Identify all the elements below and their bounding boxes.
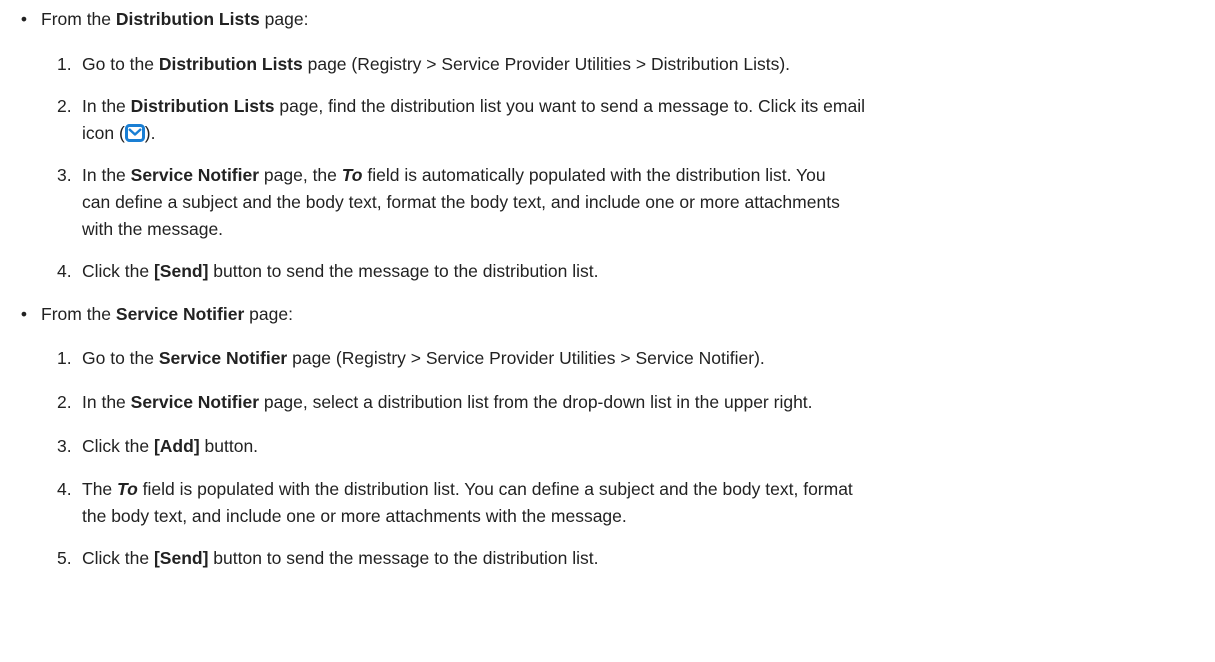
step-number: 3.: [57, 165, 72, 185]
step-text: button to send the message to the distri…: [208, 548, 599, 568]
step-line: The To field is populated with the distr…: [82, 476, 1175, 503]
step-text: Click the: [82, 261, 154, 281]
step-2-3: 3. Click the [Add] button.: [0, 433, 1215, 460]
step-text: Go to the: [82, 348, 159, 368]
step-bold-italic: To: [117, 479, 138, 499]
bullet-service-notifier: • From the Service Notifier page:: [0, 301, 1215, 328]
step-text: Click the: [82, 436, 154, 456]
step-text: button.: [199, 436, 259, 456]
step-1-1: 1. Go to the Distribution Lists page (Re…: [0, 51, 1215, 78]
step-1-3: 3. In the Service Notifier page, the To …: [0, 162, 1215, 243]
step-line: the body text, and include one or more a…: [82, 506, 627, 526]
step-number: 2.: [57, 96, 72, 116]
step-text: In the: [82, 165, 131, 185]
step-text: page, the: [259, 165, 342, 185]
step-number: 4.: [57, 261, 72, 281]
bullet-dot: •: [20, 9, 28, 29]
step-text: ).: [144, 123, 156, 143]
step-number: 1.: [57, 54, 72, 74]
intro-bold: Service Notifier: [115, 304, 245, 324]
step-line: can define a subject and the body text, …: [82, 192, 840, 212]
step-text: button to send the message to the distri…: [208, 261, 599, 281]
step-2-4: 4. The To field is populated with the di…: [0, 476, 1215, 530]
bullet-intro: From the Distribution Lists page:: [41, 6, 1215, 33]
step-1-2: 2. In the Distribution Lists page, find …: [0, 93, 1215, 147]
intro-text: From the: [41, 9, 116, 29]
step-2-5: 5. Click the [Send] button to send the m…: [0, 545, 1215, 572]
step-text: page (Registry > Service Provider Utilit…: [302, 54, 791, 74]
step-2-1: 1. Go to the Service Notifier page (Regi…: [0, 345, 1215, 372]
step-line: with the message.: [82, 219, 224, 239]
step-text: In the: [82, 96, 131, 116]
step-bold-italic: To: [341, 165, 363, 185]
step-number: 5.: [57, 548, 72, 568]
step-text: Go to the: [82, 54, 159, 74]
bullet-intro: From the Service Notifier page:: [41, 301, 1215, 328]
bullet-dot: •: [20, 304, 28, 324]
step-text: field is automatically populated with th…: [362, 165, 826, 185]
step-line: In the Distribution Lists page, find the…: [82, 93, 1175, 120]
step-bold: Service Notifier: [130, 165, 260, 185]
step-text: page, find the distribution list you wan…: [274, 96, 865, 116]
step-bold: [Send]: [153, 548, 209, 568]
step-text: Click the: [82, 548, 154, 568]
step-line: icon ().: [82, 120, 1175, 147]
step-number: 3.: [57, 436, 72, 456]
step-1-4: 4. Click the [Send] button to send the m…: [0, 258, 1215, 285]
step-text: The: [82, 479, 118, 499]
mail-icon: [124, 123, 145, 142]
step-bold: Service Notifier: [158, 348, 288, 368]
step-number: 2.: [57, 392, 72, 412]
step-text: page, select a distribution list from th…: [259, 392, 813, 412]
step-bold: [Add]: [153, 436, 200, 456]
intro-text-end: page:: [244, 304, 293, 324]
intro-bold: Distribution Lists: [115, 9, 260, 29]
step-line: In the Service Notifier page, the To fie…: [82, 162, 1175, 189]
step-bold: Service Notifier: [130, 392, 260, 412]
step-number: 1.: [57, 348, 72, 368]
step-bold: [Send]: [153, 261, 209, 281]
intro-text-end: page:: [259, 9, 309, 29]
step-text: In the: [82, 392, 131, 412]
step-text: page (Registry > Service Provider Utilit…: [287, 348, 765, 368]
step-2-2: 2. In the Service Notifier page, select …: [0, 389, 1215, 416]
intro-text: From the: [41, 304, 116, 324]
step-text: field is populated with the distribution…: [137, 479, 853, 499]
step-bold: Distribution Lists: [130, 96, 275, 116]
bullet-distribution-lists: • From the Distribution Lists page:: [0, 6, 1215, 33]
step-number: 4.: [57, 479, 72, 499]
step-text: icon (: [82, 123, 125, 143]
step-bold: Distribution Lists: [158, 54, 303, 74]
